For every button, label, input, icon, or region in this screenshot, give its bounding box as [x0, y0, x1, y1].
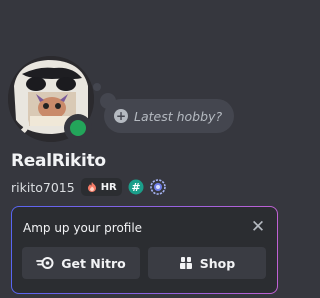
custom-status-placeholder: Latest hobby?: [134, 108, 223, 124]
clan-tag[interactable]: HR: [80, 178, 122, 196]
svg-text:#: #: [131, 181, 140, 194]
custom-status-bubble[interactable]: + Latest hobby?: [104, 99, 235, 133]
shop-label: Shop: [199, 255, 236, 271]
username[interactable]: rikito7015: [11, 180, 75, 195]
online-status-icon: [70, 120, 86, 136]
promo-title: Amp up your profile: [23, 221, 143, 235]
nitro-promo-inner: Amp up your profile ✕ Get Nitro Shop: [12, 207, 277, 293]
hypesquad-badge-icon[interactable]: #: [128, 179, 144, 195]
clan-flame-icon: [87, 182, 96, 192]
tag-row: rikito7015 HR #: [11, 178, 166, 196]
add-status-icon: +: [114, 109, 128, 123]
nitro-promo-card: Amp up your profile ✕ Get Nitro Shop: [11, 206, 278, 294]
nitro-badge-icon[interactable]: [149, 179, 166, 195]
clan-tag-label: HR: [100, 181, 117, 193]
shop-icon: [179, 257, 192, 269]
shop-button[interactable]: Shop: [148, 247, 266, 279]
get-nitro-button[interactable]: Get Nitro: [22, 247, 140, 279]
get-nitro-label: Get Nitro: [61, 255, 126, 271]
close-icon[interactable]: ✕: [249, 218, 267, 236]
status-bubble-tail-small: [93, 83, 101, 91]
nitro-icon: [36, 257, 54, 269]
display-name: RealRikito: [11, 151, 106, 171]
user-profile-popout: + Latest hobby? RealRikito rikito7015 HR…: [0, 0, 288, 298]
